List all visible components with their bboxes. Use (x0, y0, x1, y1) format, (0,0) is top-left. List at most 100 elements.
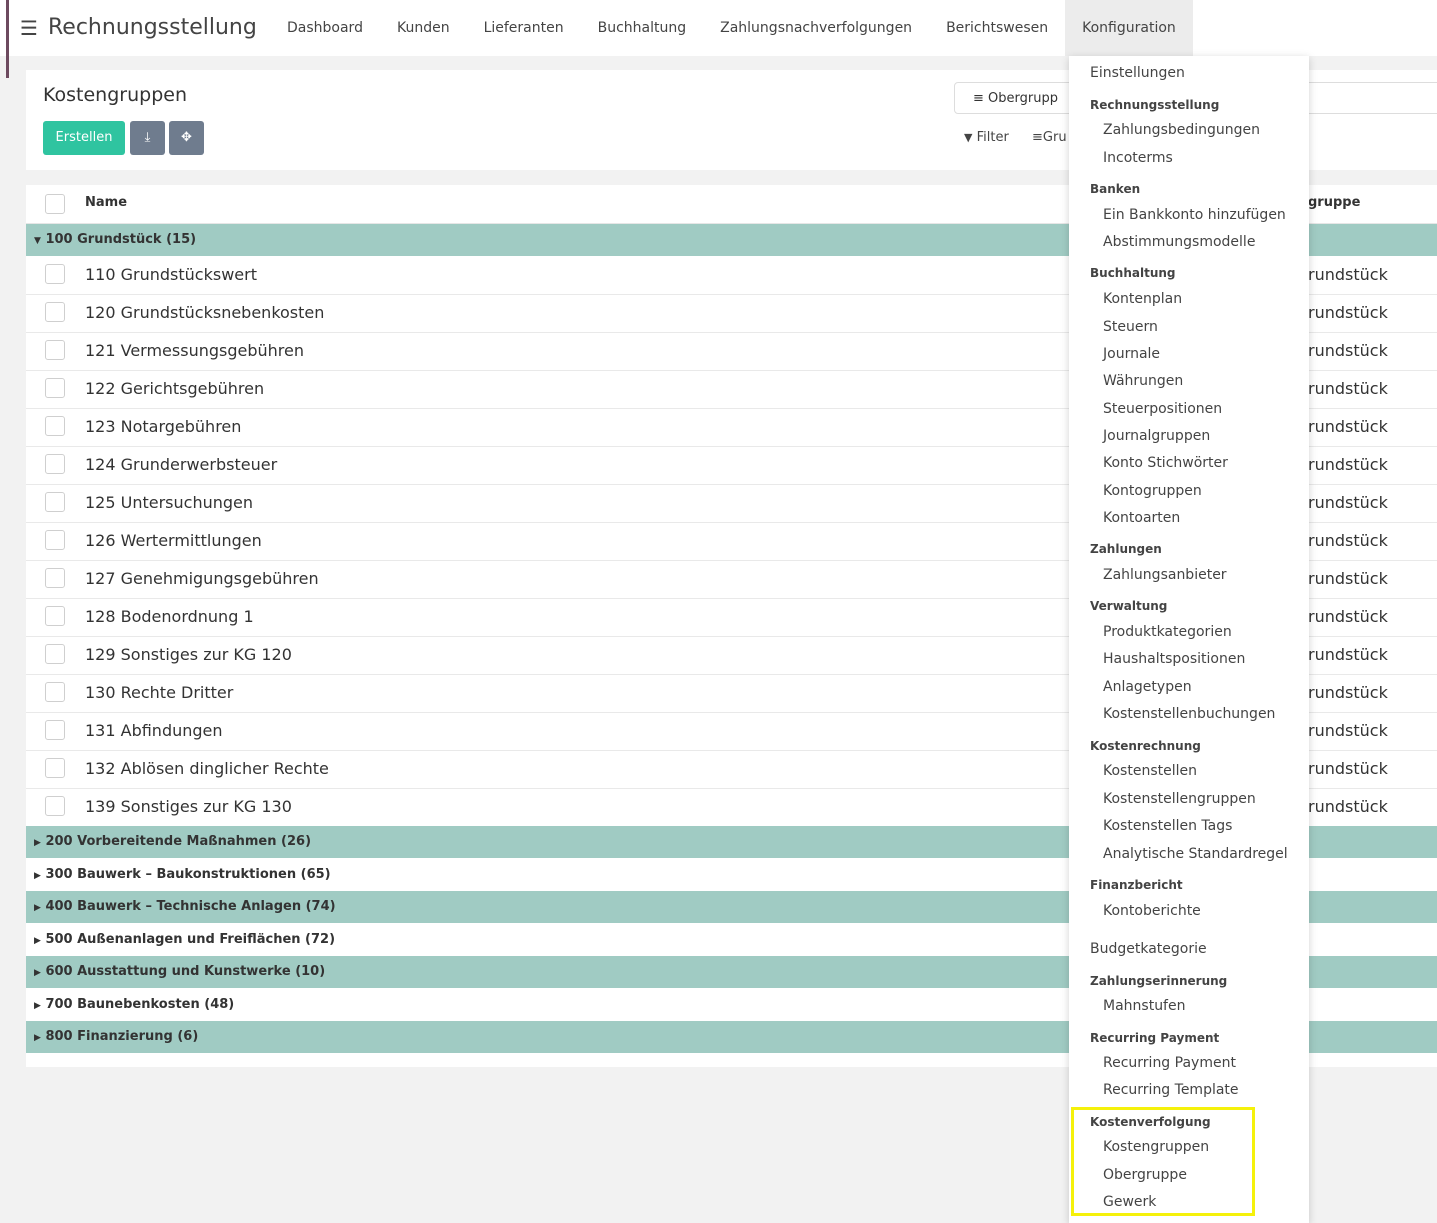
row-parent: rundstück (1308, 379, 1388, 398)
row-name: 122 Gerichtsgebühren (85, 379, 265, 398)
dropdown-menu-item[interactable]: Journale (1103, 346, 1160, 362)
row-checkbox[interactable] (45, 644, 65, 664)
row-name: 121 Vermessungsgebühren (85, 341, 304, 360)
dropdown-menu-item[interactable]: Kostenstellengruppen (1103, 791, 1256, 807)
menu-lieferanten[interactable]: Lieferanten (467, 0, 581, 56)
row-checkbox[interactable] (45, 606, 65, 626)
row-name: 110 Grundstückswert (85, 265, 257, 284)
row-checkbox[interactable] (45, 568, 65, 588)
row-checkbox[interactable] (45, 758, 65, 778)
row-parent: rundstück (1308, 607, 1388, 626)
dropdown-menu-item[interactable]: Zahlungsbedingungen (1103, 122, 1260, 138)
row-checkbox[interactable] (45, 530, 65, 550)
row-parent: rundstück (1308, 265, 1388, 284)
dropdown-menu-item[interactable]: Mahnstufen (1103, 998, 1185, 1014)
row-checkbox[interactable] (45, 378, 65, 398)
row-checkbox[interactable] (45, 454, 65, 474)
groupby-toggle[interactable]: ≡Gru (1032, 130, 1067, 145)
move-icon: ✥ (181, 130, 192, 145)
move-button[interactable]: ✥ (169, 121, 204, 155)
menu-konfiguration[interactable]: Konfiguration (1065, 0, 1193, 56)
dropdown-menu-item[interactable]: Recurring Template (1103, 1082, 1239, 1098)
group-label: 600 Ausstattung und Kunstwerke (10) (45, 964, 326, 979)
row-checkbox[interactable] (45, 796, 65, 816)
dropdown-menu-item[interactable]: Kontenplan (1103, 291, 1182, 307)
caret-right-icon: ▶ (34, 1001, 41, 1011)
filter-icon: ▼ (964, 131, 973, 144)
dropdown-section-header: Recurring Payment (1090, 1031, 1220, 1045)
dropdown-menu-item[interactable]: Konto Stichwörter (1103, 455, 1228, 471)
row-parent: rundstück (1308, 645, 1388, 664)
row-name: 128 Bodenordnung 1 (85, 607, 254, 626)
dropdown-section-header: Zahlungen (1090, 542, 1162, 556)
app-title[interactable]: Rechnungsstellung (48, 14, 257, 42)
caret-right-icon: ▶ (34, 968, 41, 978)
dropdown-menu-item[interactable]: Währungen (1103, 373, 1183, 389)
select-all-checkbox[interactable] (45, 194, 65, 214)
caret-right-icon: ▶ (34, 903, 41, 913)
row-checkbox[interactable] (45, 682, 65, 702)
dropdown-menu-item[interactable]: Kontoarten (1103, 510, 1180, 526)
dropdown-section-header: Kostenrechnung (1090, 739, 1201, 753)
page-title: Kostengruppen (43, 84, 187, 106)
download-button[interactable]: ⤓ (130, 121, 165, 155)
group-label: 300 Bauwerk – Baukonstruktionen (65) (45, 867, 331, 882)
menu-buchhaltung[interactable]: Buchhaltung (581, 0, 704, 56)
dropdown-menu-item[interactable]: Analytische Standardregel (1103, 846, 1288, 862)
dropdown-menu-item[interactable]: Kostenstellenbuchungen (1103, 706, 1275, 722)
groupby-facet-label: Obergrupp (988, 91, 1058, 106)
highlight-box (1071, 1107, 1255, 1216)
row-checkbox[interactable] (45, 264, 65, 284)
menu-dashboard[interactable]: Dashboard (270, 0, 380, 56)
group-label: 100 Grundstück (15) (45, 232, 197, 247)
dropdown-menu-item[interactable]: Anlagetypen (1103, 679, 1192, 695)
group-icon: ≡ (973, 91, 984, 106)
menu-berichtswesen[interactable]: Berichtswesen (929, 0, 1065, 56)
main-menu: Dashboard Kunden Lieferanten Buchhaltung… (270, 0, 1193, 56)
row-name: 123 Notargebühren (85, 417, 242, 436)
group-label: 700 Baunebenkosten (48) (45, 997, 235, 1012)
download-icon: ⤓ (144, 130, 151, 145)
dropdown-section-header: Zahlungserinnerung (1090, 974, 1228, 988)
group-label: 400 Bauwerk – Technische Anlagen (74) (45, 899, 336, 914)
row-name: 124 Grunderwerbsteuer (85, 455, 278, 474)
dropdown-menu-item[interactable]: Produktkategorien (1103, 624, 1232, 640)
row-name: 120 Grundstücksnebenkosten (85, 303, 325, 322)
row-name: 131 Abfindungen (85, 721, 223, 740)
dropdown-menu-item[interactable]: Kontogruppen (1103, 483, 1202, 499)
dropdown-menu-item[interactable]: Incoterms (1103, 150, 1173, 166)
row-checkbox[interactable] (45, 720, 65, 740)
dropdown-menu-item[interactable]: Einstellungen (1090, 65, 1185, 81)
dropdown-menu-item[interactable]: Journalgruppen (1103, 428, 1210, 444)
groupby-label: Gru (1042, 130, 1067, 145)
row-checkbox[interactable] (45, 416, 65, 436)
dropdown-menu-item[interactable]: Budgetkategorie (1090, 941, 1207, 957)
dropdown-menu-item[interactable]: Kostenstellen Tags (1103, 818, 1232, 834)
dropdown-menu-item[interactable]: Ein Bankkonto hinzufügen (1103, 207, 1286, 223)
dropdown-menu-item[interactable]: Abstimmungsmodelle (1103, 234, 1255, 250)
create-button[interactable]: Erstellen (43, 121, 125, 155)
top-navbar: ☰ Rechnungsstellung Dashboard Kunden Lie… (0, 0, 1437, 78)
dropdown-menu-item[interactable]: Recurring Payment (1103, 1055, 1236, 1071)
dropdown-menu-item[interactable]: Kontoberichte (1103, 903, 1201, 919)
dropdown-menu-item[interactable]: Haushaltspositionen (1103, 651, 1245, 667)
dropdown-menu-item[interactable]: Steuern (1103, 319, 1158, 335)
dropdown-section-header: Buchhaltung (1090, 266, 1176, 280)
dropdown-menu-item[interactable]: Kostenstellen (1103, 763, 1197, 779)
nav-accent-bar (6, 0, 9, 78)
menu-icon[interactable]: ☰ (20, 18, 38, 38)
row-checkbox[interactable] (45, 492, 65, 512)
row-checkbox[interactable] (45, 340, 65, 360)
column-header-parent[interactable]: gruppe (1308, 195, 1360, 210)
column-header-name[interactable]: Name (85, 195, 127, 210)
menu-kunden[interactable]: Kunden (380, 0, 467, 56)
dropdown-menu-item[interactable]: Steuerpositionen (1103, 401, 1222, 417)
row-checkbox[interactable] (45, 302, 65, 322)
menu-zahlungsnachverfolgungen[interactable]: Zahlungsnachverfolgungen (703, 0, 929, 56)
dropdown-section-header: Rechnungsstellung (1090, 98, 1220, 112)
filter-toggle[interactable]: ▼ Filter (964, 130, 1009, 145)
row-name: 129 Sonstiges zur KG 120 (85, 645, 292, 664)
dropdown-section-header: Banken (1090, 182, 1141, 196)
group-label: 800 Finanzierung (6) (45, 1029, 199, 1044)
dropdown-menu-item[interactable]: Zahlungsanbieter (1103, 567, 1227, 583)
